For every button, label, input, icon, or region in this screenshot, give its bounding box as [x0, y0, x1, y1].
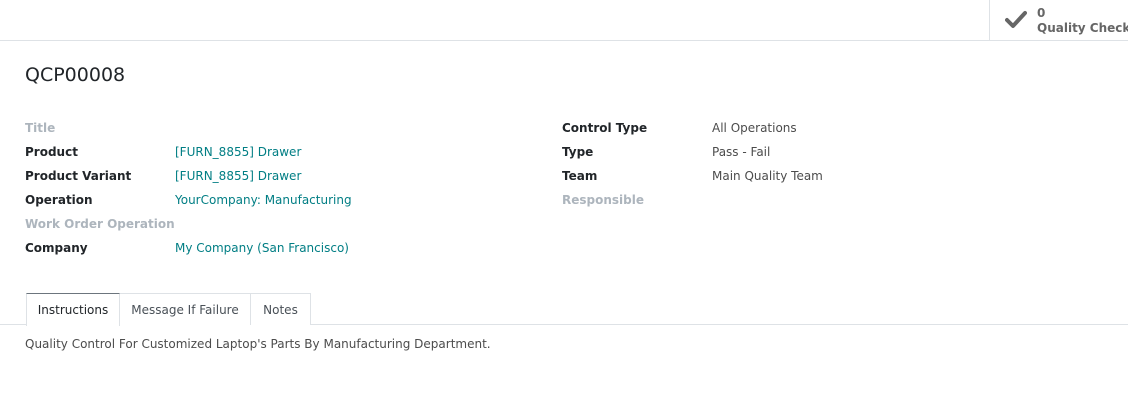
field-label-work-order-operation: Work Order Operation: [25, 217, 175, 231]
field-label-product-variant: Product Variant: [25, 169, 132, 183]
field-label-company: Company: [25, 241, 88, 255]
instructions-text[interactable]: Quality Control For Customized Laptop's …: [25, 337, 491, 351]
tab-notes[interactable]: Notes: [250, 293, 311, 325]
field-label-product: Product: [25, 145, 78, 159]
record-title: QCP00008: [25, 64, 126, 86]
field-value-type[interactable]: Pass - Fail: [712, 145, 770, 159]
check-icon: [1005, 11, 1027, 28]
field-label-control-type: Control Type: [562, 121, 648, 135]
quality-checks-label: Quality Checks: [1037, 21, 1128, 35]
field-value-company[interactable]: My Company (San Francisco): [175, 241, 349, 255]
tab-message-if-failure[interactable]: Message If Failure: [119, 293, 251, 325]
field-label-team: Team: [562, 169, 598, 183]
field-value-product[interactable]: [FURN_8855] Drawer: [175, 145, 301, 159]
notebook-tabs: Instructions Message If Failure Notes: [0, 293, 1128, 326]
quality-checks-button[interactable]: 0 Quality Checks: [989, 0, 1128, 40]
field-label-operation: Operation: [25, 193, 93, 207]
quality-checks-count: 0: [1037, 6, 1046, 20]
button-box: 0 Quality Checks: [0, 0, 1128, 41]
field-value-team[interactable]: Main Quality Team: [712, 169, 823, 183]
field-label-type: Type: [562, 145, 594, 159]
field-value-product-variant[interactable]: [FURN_8855] Drawer: [175, 169, 301, 183]
field-label-title: Title: [25, 121, 56, 135]
tab-instructions[interactable]: Instructions: [26, 293, 120, 326]
field-value-operation[interactable]: YourCompany: Manufacturing: [175, 193, 352, 207]
field-value-control-type[interactable]: All Operations: [712, 121, 797, 135]
field-label-responsible: Responsible: [562, 193, 644, 207]
